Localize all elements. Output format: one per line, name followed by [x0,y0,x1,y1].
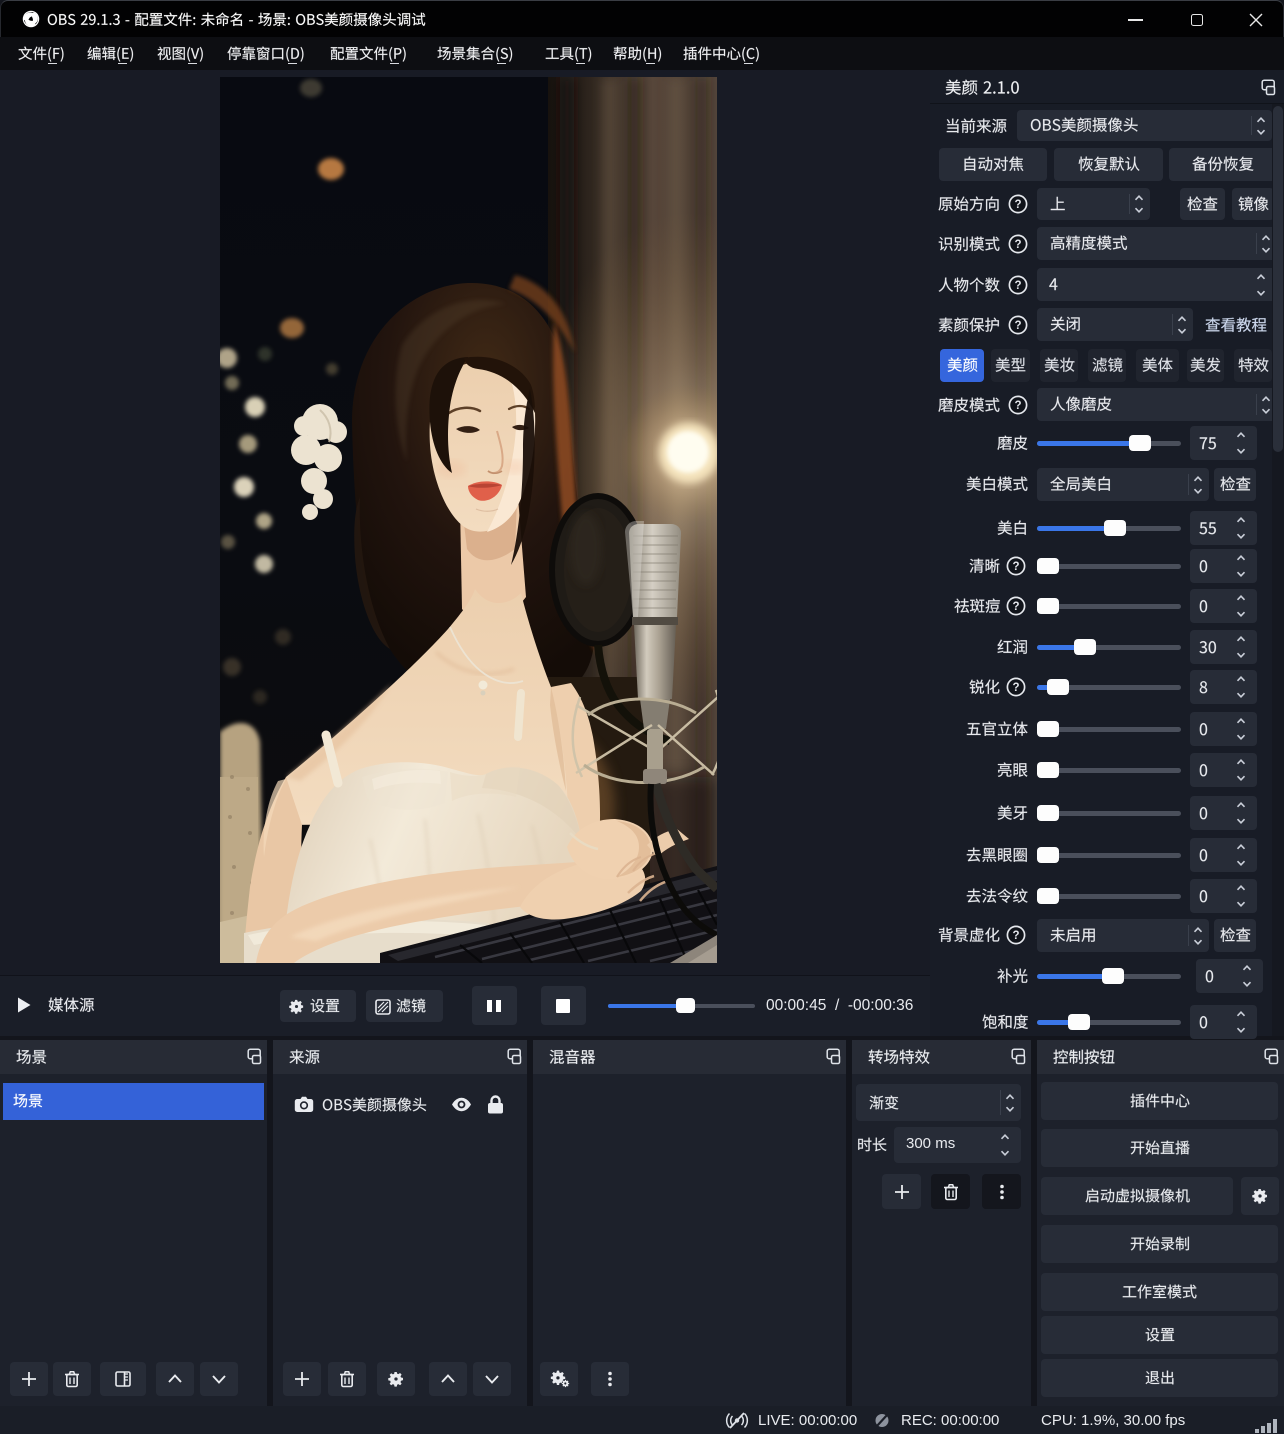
svg-text:?: ? [1014,199,1021,211]
svg-text:?: ? [1012,682,1019,694]
svg-text:?: ? [1014,400,1021,412]
svg-text:?: ? [1014,280,1021,292]
svg-text:?: ? [1014,320,1021,332]
svg-text:?: ? [1014,239,1021,251]
svg-text:?: ? [1012,561,1019,573]
svg-text:?: ? [1012,930,1019,942]
svg-text:?: ? [1012,601,1019,613]
